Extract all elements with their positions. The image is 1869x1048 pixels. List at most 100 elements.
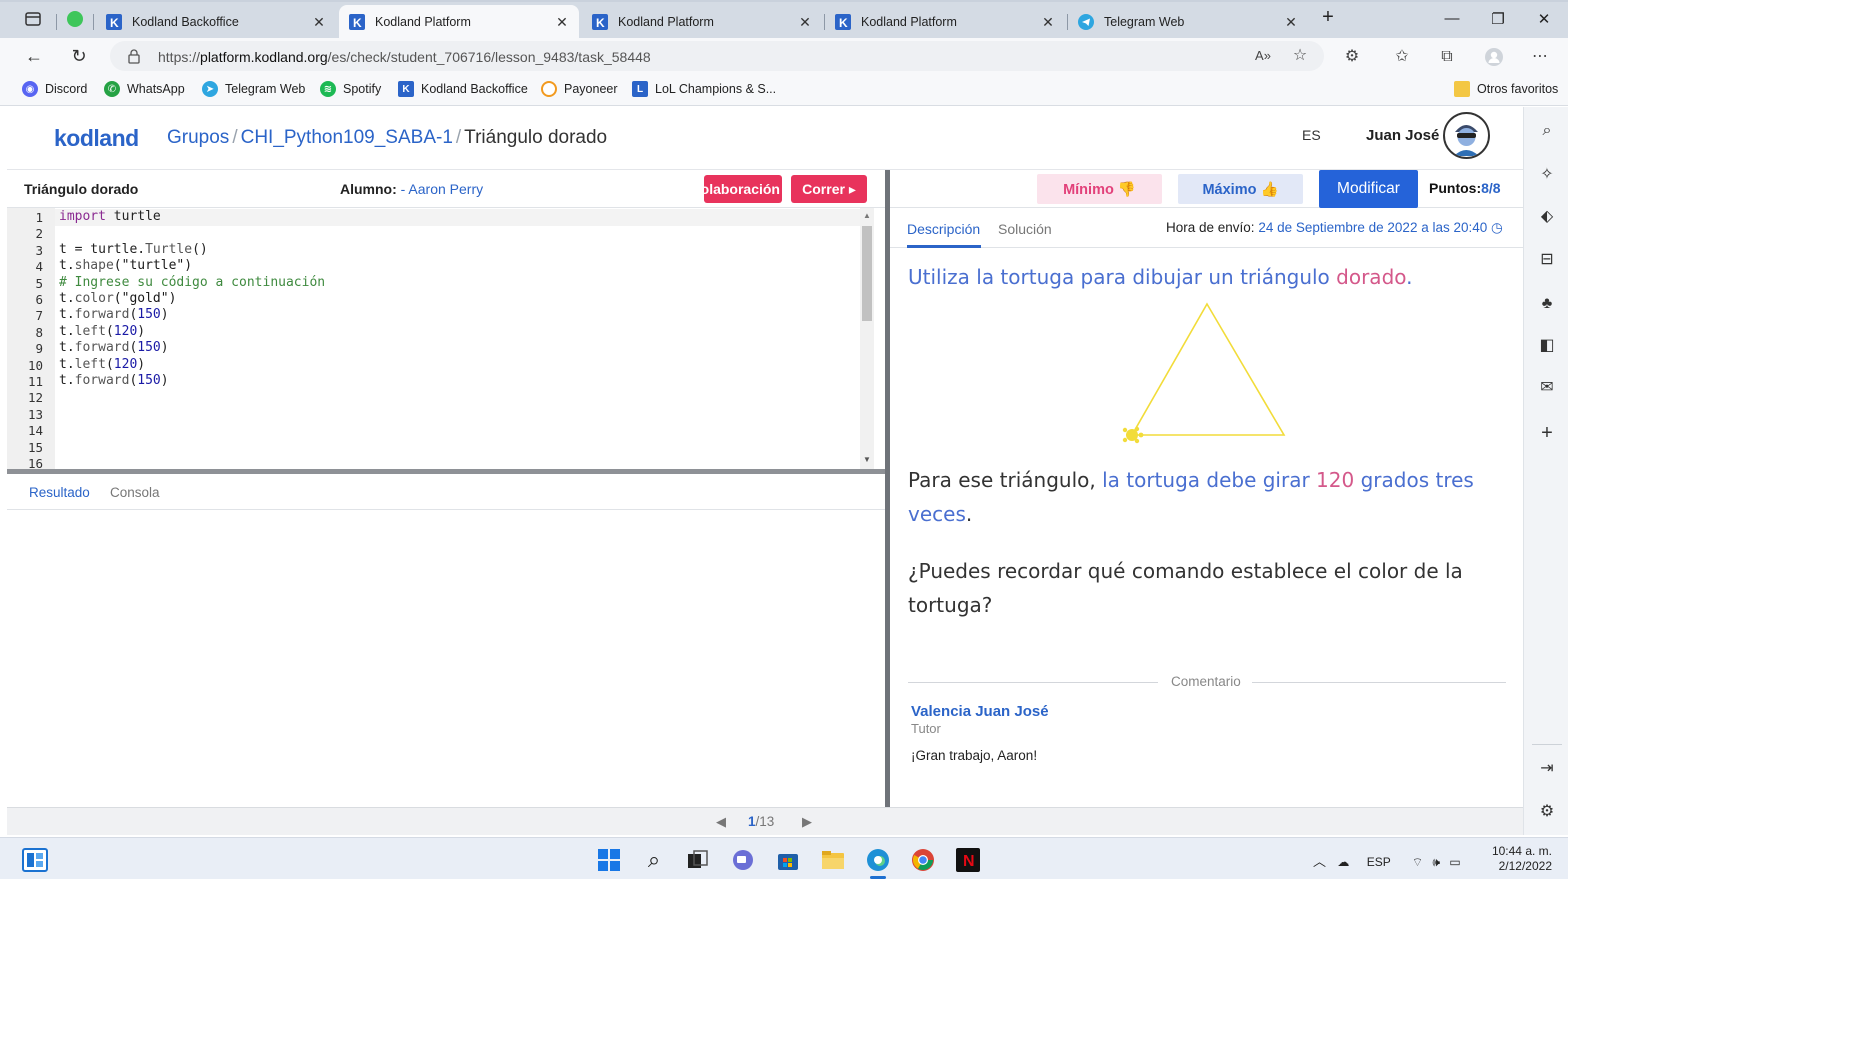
tab-kodland-platform[interactable]: K Kodland Platform ✕ [582, 5, 822, 39]
sidebar-settings-icon[interactable]: ⚙ [1536, 801, 1558, 823]
minimum-grade-button[interactable]: Mínimo 👎 [1037, 174, 1162, 204]
tab-result[interactable]: Resultado [29, 485, 90, 500]
bookmark-whatsapp[interactable]: ✆ WhatsApp [104, 81, 185, 97]
maximum-grade-button[interactable]: Máximo 👍 [1178, 174, 1303, 204]
profile-icon[interactable] [1484, 47, 1504, 67]
tab-group-icon[interactable] [66, 10, 84, 28]
battery-icon[interactable]: ▭ [1449, 855, 1460, 869]
editor-scrollbar[interactable]: ▲ ▼ [860, 208, 874, 470]
close-window-icon[interactable]: ✕ [1534, 10, 1554, 28]
language-selector[interactable]: ES [1302, 127, 1321, 143]
review-panel: Mínimo 👎 Máximo 👍 Modificar Puntos:8/8 D… [890, 170, 1523, 807]
add-favorite-icon[interactable]: ☆ [1290, 46, 1310, 66]
search-taskbar-icon[interactable]: ⌕ [641, 847, 667, 873]
tag-icon[interactable]: ⬖ [1536, 206, 1558, 228]
favorites-icon[interactable]: ✩ [1392, 47, 1412, 67]
payoneer-icon [541, 81, 557, 97]
add-sidebar-app-icon[interactable]: + [1536, 422, 1558, 444]
code-line: import turtle [59, 209, 161, 224]
bookmark-telegram[interactable]: ➤ Telegram Web [202, 81, 305, 97]
store-icon[interactable] [775, 847, 801, 873]
bookmark-kodland-backoffice[interactable]: K Kodland Backoffice [398, 81, 528, 97]
scrollbar-thumb[interactable] [862, 226, 872, 321]
netflix-icon[interactable]: N [955, 847, 981, 873]
next-task-icon[interactable]: ▶ [802, 814, 812, 830]
start-icon[interactable] [596, 847, 622, 873]
code-editor[interactable]: 1 2 3 4 5 6 7 8 9 10 11 12 13 14 15 16 i… [7, 208, 885, 470]
url-field[interactable]: https://platform.kodland.org/es/check/st… [110, 41, 1324, 71]
tab-solution[interactable]: Solución [998, 221, 1052, 237]
more-options-icon[interactable]: ⋯ [1530, 47, 1550, 67]
restore-icon[interactable]: ❐ [1488, 10, 1508, 28]
bookmark-discord[interactable]: ◉ Discord [22, 81, 87, 97]
tab-description[interactable]: Descripción [907, 221, 980, 237]
collaboration-button[interactable]: Colaboración [704, 175, 782, 203]
discover-icon[interactable]: ✧ [1536, 164, 1558, 186]
result-tabs: Resultado Consola [7, 474, 885, 510]
new-tab-icon[interactable]: + [1318, 6, 1338, 29]
chevron-up-icon[interactable]: ︿ [1313, 854, 1326, 869]
tab-kodland-platform[interactable]: K Kodland Platform ✕ [825, 5, 1065, 39]
office-icon[interactable]: ◧ [1536, 335, 1558, 357]
wifi-icon[interactable]: ⌔ [1412, 855, 1423, 869]
edge-icon[interactable] [865, 847, 891, 873]
student-name[interactable]: - Aaron Perry [401, 181, 483, 197]
input-language[interactable]: ESP [1367, 855, 1391, 869]
read-aloud-icon[interactable]: A» [1253, 46, 1273, 66]
task-name: Triángulo dorado [24, 181, 139, 197]
tutor-name: Valencia Juan José [911, 703, 1049, 720]
back-icon[interactable]: ← [24, 46, 44, 66]
modify-button[interactable]: Modificar [1319, 170, 1418, 208]
onedrive-icon[interactable]: ☁ [1337, 855, 1349, 869]
close-tab-icon[interactable]: ✕ [1041, 14, 1055, 31]
file-explorer-icon[interactable] [820, 847, 846, 873]
widgets-icon[interactable] [22, 847, 48, 873]
search-icon[interactable]: ⌕ [1536, 120, 1558, 142]
task-view-icon[interactable] [685, 847, 711, 873]
hide-sidebar-icon[interactable]: ⇥ [1536, 758, 1558, 780]
minimize-icon[interactable]: — [1442, 10, 1462, 27]
breadcrumb-group-link[interactable]: CHI_Python109_SABA-1 [241, 127, 453, 148]
outlook-icon[interactable]: ✉ [1536, 377, 1558, 399]
browser-tab-strip: K Kodland Backoffice ✕ K Kodland Platfor… [0, 0, 1568, 39]
extensions-icon[interactable]: ⚙ [1342, 47, 1362, 67]
previous-task-icon[interactable]: ◀ [716, 814, 726, 830]
lock-icon[interactable] [127, 49, 141, 64]
bookmark-payoneer[interactable]: Payoneer [541, 81, 618, 97]
bookmark-spotify[interactable]: ≋ Spotify [320, 81, 381, 97]
scroll-down-icon[interactable]: ▼ [863, 455, 871, 464]
bookmark-other-favorites[interactable]: Otros favoritos [1454, 81, 1558, 97]
bookmark-lol[interactable]: L LoL Champions & S... [632, 81, 776, 97]
tab-kodland-backoffice[interactable]: K Kodland Backoffice ✕ [96, 5, 336, 39]
tab-console[interactable]: Consola [110, 485, 160, 500]
kodland-logo[interactable]: kodland [54, 125, 139, 152]
spotify-icon: ≋ [320, 81, 336, 97]
games-icon[interactable]: ♣ [1536, 293, 1558, 315]
workspaces-icon[interactable] [24, 10, 42, 28]
tab-title: Telegram Web [1104, 15, 1185, 29]
tab-kodland-platform-active[interactable]: K Kodland Platform ✕ [339, 5, 579, 39]
tools-icon[interactable]: ⊟ [1536, 249, 1558, 271]
close-tab-icon[interactable]: ✕ [1284, 14, 1298, 31]
chat-icon[interactable] [730, 847, 756, 873]
refresh-icon[interactable]: ↻ [69, 46, 89, 66]
close-tab-icon[interactable]: ✕ [312, 14, 326, 31]
avatar[interactable] [1443, 112, 1490, 159]
breadcrumb-groups-link[interactable]: Grupos [167, 127, 229, 148]
volume-icon[interactable]: 🕪 [1432, 855, 1440, 869]
chrome-icon[interactable] [910, 847, 936, 873]
scroll-up-icon[interactable]: ▲ [863, 211, 871, 220]
url-text: https://platform.kodland.org/es/check/st… [158, 49, 651, 65]
close-tab-icon[interactable]: ✕ [798, 14, 812, 31]
user-name[interactable]: Juan José [1366, 127, 1439, 144]
code-line: # Ingrese su código a continuación [59, 274, 326, 290]
task-pager: ◀ 1/13 ▶ [7, 807, 1523, 835]
send-time: Hora de envío: 24 de Septiembre de 2022 … [1166, 220, 1503, 235]
close-tab-icon[interactable]: ✕ [555, 14, 569, 31]
tab-telegram-web[interactable]: Telegram Web ✕ [1068, 5, 1308, 39]
run-button[interactable]: Correr ▸ [791, 175, 867, 203]
collections-icon[interactable]: ⧉ [1437, 47, 1457, 67]
clock[interactable]: 10:44 a. m. 2/12/2022 [1490, 844, 1552, 874]
telegram-favicon-icon [1078, 14, 1094, 30]
clock-icon: ◷ [1491, 220, 1503, 235]
